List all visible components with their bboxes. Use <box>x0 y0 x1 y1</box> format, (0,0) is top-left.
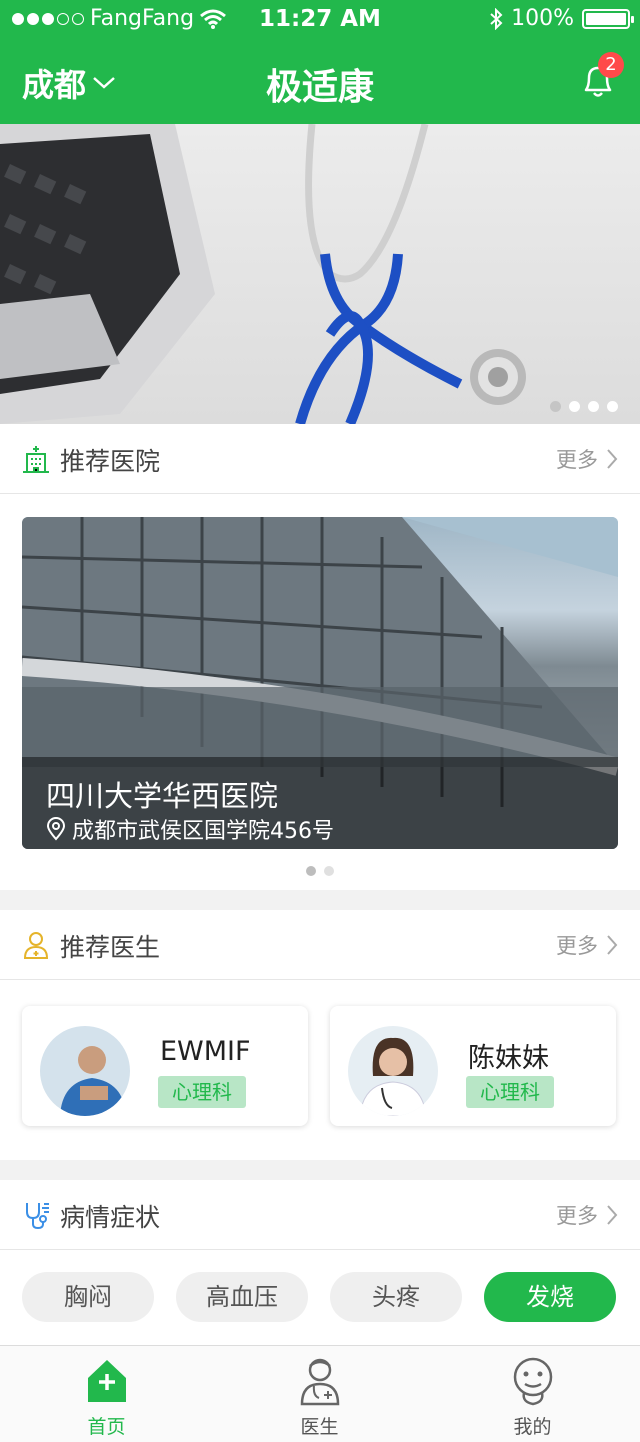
hospital-card[interactable]: 四川大学华西医院 成都市武侯区国学院456号 <box>22 517 618 849</box>
symptom-section: 病情症状 更多 胸闷 高血压 头疼 发烧 <box>0 1180 640 1345</box>
banner-carousel[interactable] <box>0 124 640 424</box>
tab-doctor[interactable]: 医生 <box>213 1346 426 1442</box>
symptom-tag[interactable]: 胸闷 <box>22 1272 154 1322</box>
hospital-section: 推荐医院 更多 四川大学华西医院 成都市武侯区国学院456号 <box>0 424 640 890</box>
status-bar: FangFang 11:27 AM 100% <box>0 0 640 40</box>
hospital-more-link[interactable]: 更多 <box>556 444 618 474</box>
symptom-section-header: 病情症状 更多 <box>0 1180 640 1250</box>
hospital-pagination <box>0 866 640 876</box>
tab-profile-label: 我的 <box>513 1416 552 1438</box>
bluetooth-icon <box>490 7 503 30</box>
status-right: 100% <box>489 6 634 31</box>
hospital-section-header: 推荐医院 更多 <box>0 424 640 494</box>
banner-dot[interactable] <box>569 401 580 412</box>
symptom-tag-selected[interactable]: 发烧 <box>484 1272 616 1322</box>
doctor-card[interactable]: 陈妹妹 心理科 <box>330 1006 616 1126</box>
doctor-card[interactable]: EWMIF 心理科 <box>22 1006 308 1126</box>
doctor-icon <box>300 1358 340 1406</box>
symptom-more-link[interactable]: 更多 <box>556 1200 618 1230</box>
chevron-right-icon <box>607 449 618 469</box>
hospital-address-text: 成都市武侯区国学院456号 <box>72 819 334 844</box>
hospital-icon <box>23 446 49 473</box>
top-bar: FangFang 11:27 AM 100% 成都 极适康 2 <box>0 0 640 124</box>
hospital-name: 四川大学华西医院 <box>46 779 279 813</box>
banner-dot[interactable] <box>550 401 561 412</box>
avatar <box>348 1026 438 1116</box>
banner-dot[interactable] <box>607 401 618 412</box>
more-label: 更多 <box>556 448 598 472</box>
chevron-right-icon <box>607 935 618 955</box>
doctor-name: EWMIF <box>160 1036 251 1067</box>
doctor-section: 推荐医生 更多 EWMIF 心理科 陈妹妹 心理科 <box>0 910 640 1160</box>
app-title: 极适康 <box>265 67 374 108</box>
doctor-section-title: 推荐医生 <box>60 933 161 962</box>
banner-image <box>0 124 526 424</box>
doctor-dept-badge: 心理科 <box>158 1076 246 1108</box>
more-label: 更多 <box>556 934 598 958</box>
battery-percent: 100% <box>511 6 574 31</box>
avatar <box>40 1026 130 1116</box>
tab-home[interactable]: 首页 <box>0 1346 213 1442</box>
doctor-section-header: 推荐医生 更多 <box>0 910 640 980</box>
tab-profile[interactable]: 我的 <box>426 1346 639 1442</box>
doctor-dept-badge: 心理科 <box>466 1076 554 1108</box>
symptom-section-title: 病情症状 <box>60 1203 161 1232</box>
hospital-section-title: 推荐医院 <box>60 447 161 476</box>
stethoscope-icon <box>26 1203 49 1230</box>
more-label: 更多 <box>556 1204 598 1228</box>
location-pin-icon <box>46 817 66 841</box>
chevron-right-icon <box>607 1205 618 1225</box>
banner-pagination <box>550 401 618 412</box>
symptom-tag[interactable]: 高血压 <box>176 1272 308 1322</box>
tab-doctor-label: 医生 <box>300 1416 339 1438</box>
doctor-more-link[interactable]: 更多 <box>556 930 618 960</box>
profile-icon <box>513 1357 553 1406</box>
notification-badge: 2 <box>598 52 624 78</box>
bottom-tab-bar: 首页 医生 我的 <box>0 1345 640 1442</box>
doctor-icon <box>23 932 49 959</box>
battery-icon <box>582 8 634 29</box>
tab-home-label: 首页 <box>87 1416 126 1438</box>
hospital-address: 成都市武侯区国学院456号 <box>46 813 334 845</box>
hospital-page-dot[interactable] <box>306 866 316 876</box>
symptom-tag[interactable]: 头疼 <box>330 1272 462 1322</box>
hospital-page-dot[interactable] <box>324 866 334 876</box>
home-icon <box>88 1360 126 1402</box>
doctor-name: 陈妹妹 <box>468 1043 549 1074</box>
banner-dot[interactable] <box>588 401 599 412</box>
